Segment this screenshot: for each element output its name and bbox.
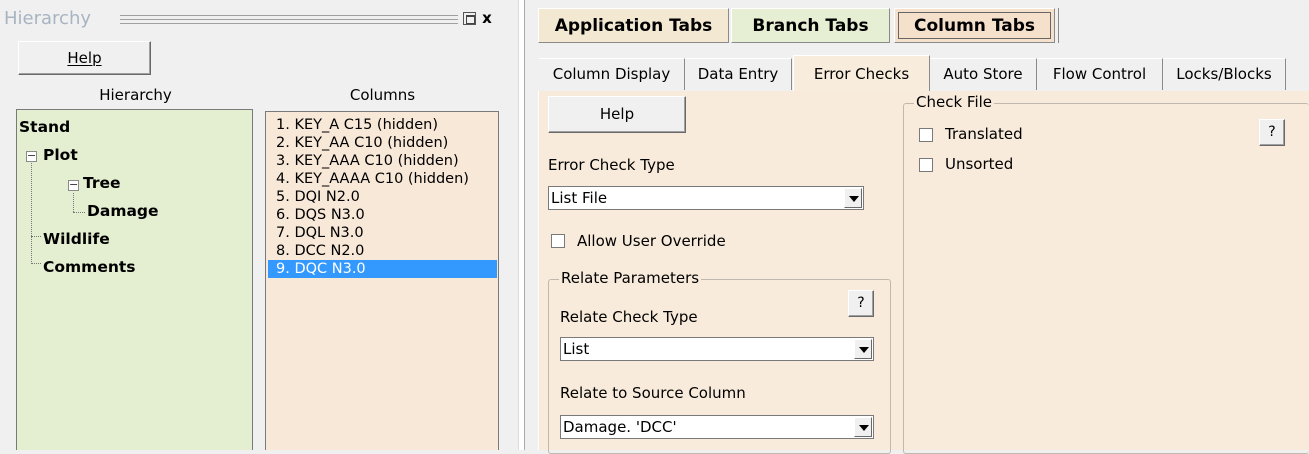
collapse-icon[interactable]: − (26, 150, 37, 162)
check-file-title: Check File (914, 93, 995, 111)
hierarchy-tree[interactable]: Stand − Plot − Tree Damage Wildlife Comm… (16, 109, 253, 450)
relate-parameters-title: Relate Parameters (559, 269, 702, 287)
check-file-help-button[interactable]: ? (1259, 119, 1285, 146)
float-panel-icon[interactable] (463, 12, 476, 25)
tree-connector (73, 212, 85, 213)
allow-user-override-checkbox[interactable] (551, 234, 565, 248)
translated-label: Translated (945, 125, 1023, 143)
columns-list[interactable]: 1. KEY_A C15 (hidden) 2. KEY_AA C10 (hid… (265, 111, 499, 450)
column-list-item[interactable]: 8. DCC N2.0 (268, 242, 497, 260)
tab-branch[interactable]: Branch Tabs (731, 8, 890, 43)
relate-to-source-column-value: Damage. 'DCC' (563, 418, 677, 436)
hierarchy-panel-title: Hierarchy (4, 8, 92, 29)
hierarchy-heading: Hierarchy (99, 86, 172, 104)
tab-divider (1058, 8, 1059, 43)
tree-connector (31, 236, 41, 237)
tree-node-damage[interactable]: Damage (87, 202, 159, 220)
relate-check-type-label: Relate Check Type (560, 308, 698, 326)
panel-drag-grip[interactable] (120, 15, 458, 24)
tree-connector (73, 193, 74, 212)
tree-node-wildlife[interactable]: Wildlife (43, 230, 110, 248)
tree-connector (31, 263, 41, 264)
allow-user-override-label: Allow User Override (577, 232, 726, 250)
error-check-type-dropdown[interactable]: List File (548, 186, 864, 210)
subtab-locks-blocks[interactable]: Locks/Blocks (1163, 58, 1286, 90)
column-list-item[interactable]: 7. DQL N3.0 (268, 224, 497, 242)
column-list-item[interactable]: 3. KEY_AAA C10 (hidden) (268, 152, 497, 170)
chevron-down-icon[interactable] (854, 417, 872, 437)
subtab-error-checks[interactable]: Error Checks (793, 55, 930, 92)
tab-column[interactable]: Column Tabs (894, 8, 1055, 43)
close-panel-icon[interactable]: x (479, 9, 495, 27)
tree-node-plot[interactable]: Plot (43, 146, 78, 164)
collapse-icon[interactable]: − (68, 179, 79, 191)
tree-connector (31, 151, 32, 264)
relate-check-type-value: List (563, 340, 590, 358)
subtab-auto-store[interactable]: Auto Store (930, 58, 1037, 90)
tree-node-stand[interactable]: Stand (19, 118, 70, 136)
error-checks-help-button[interactable]: Help (548, 96, 686, 133)
subtab-column-display[interactable]: Column Display (539, 58, 685, 90)
chevron-down-icon[interactable] (854, 339, 872, 359)
chevron-down-icon[interactable] (844, 188, 862, 208)
relate-check-type-dropdown[interactable]: List (560, 337, 874, 361)
tree-node-tree[interactable]: Tree (83, 174, 121, 192)
relate-parameters-help-button[interactable]: ? (848, 290, 874, 317)
unsorted-label: Unsorted (945, 155, 1014, 173)
column-list-item[interactable]: 6. DQS N3.0 (268, 206, 497, 224)
columns-heading: Columns (349, 86, 416, 104)
column-list-item[interactable]: 2. KEY_AA C10 (hidden) (268, 134, 497, 152)
column-list-item[interactable]: 1. KEY_A C15 (hidden) (268, 116, 497, 134)
tab-application[interactable]: Application Tabs (538, 8, 729, 43)
tab-column-label: Column Tabs (898, 12, 1051, 39)
hierarchy-help-button[interactable]: Help (18, 41, 151, 75)
column-list-item[interactable]: 4. KEY_AAAA C10 (hidden) (268, 170, 497, 188)
error-check-type-label: Error Check Type (548, 156, 675, 174)
subtab-data-entry[interactable]: Data Entry (685, 58, 792, 90)
tree-node-comments[interactable]: Comments (43, 258, 136, 276)
relate-to-source-column-dropdown[interactable]: Damage. 'DCC' (560, 415, 874, 439)
translated-checkbox[interactable] (919, 128, 933, 142)
error-check-type-value: List File (551, 189, 608, 207)
subtab-flow-control[interactable]: Flow Control (1037, 58, 1163, 90)
column-list-item-selected[interactable]: 9. DQC N3.0 (268, 260, 497, 278)
hierarchy-help-label: Help (67, 49, 102, 67)
unsorted-checkbox[interactable] (919, 158, 933, 172)
relate-to-source-column-label: Relate to Source Column (560, 384, 746, 402)
column-list-item[interactable]: 5. DQI N2.0 (268, 188, 497, 206)
